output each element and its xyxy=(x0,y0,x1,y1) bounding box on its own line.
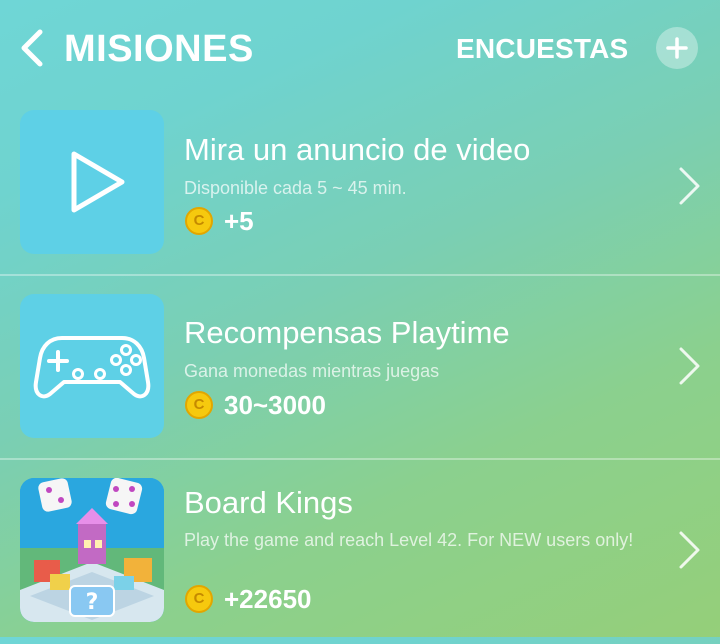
mission-playtime-rewards[interactable]: Recompensas Playtime Gana monedas mientr… xyxy=(0,276,720,460)
header: MISIONES ENCUESTAS xyxy=(0,0,720,96)
mission-title: Mira un anuncio de video xyxy=(184,132,531,167)
plus-icon xyxy=(666,37,688,59)
board-kings-app-icon: ? xyxy=(20,478,164,622)
chevron-right-icon xyxy=(679,531,700,569)
mission-title: Recompensas Playtime xyxy=(184,315,510,350)
mission-title: Board Kings xyxy=(184,485,353,520)
video-tile xyxy=(20,110,164,254)
mission-board-kings[interactable]: ? Board Kings Play the game and reach Le… xyxy=(0,460,720,644)
coin-icon: C xyxy=(185,585,213,613)
chevron-right-icon xyxy=(679,347,700,385)
surveys-link[interactable]: ENCUESTAS xyxy=(456,32,628,66)
mission-reward: +22650 xyxy=(224,584,312,614)
coin-icon: C xyxy=(185,391,213,419)
coin-icon: C xyxy=(185,207,213,235)
mission-description: Play the game and reach Level 42. For NE… xyxy=(184,530,634,550)
play-icon xyxy=(71,151,125,213)
mission-description: Gana monedas mientras juegas xyxy=(184,361,440,381)
mission-description: Disponible cada 5 ~ 45 min. xyxy=(184,178,407,198)
chevron-right-icon xyxy=(679,167,700,205)
board-kings-thumbnail: ? xyxy=(20,478,164,622)
page-title: MISIONES xyxy=(64,28,254,70)
mission-watch-video[interactable]: Mira un anuncio de video Disponible cada… xyxy=(0,96,720,280)
chevron-left-icon xyxy=(21,29,43,67)
gamepad-tile xyxy=(20,294,164,438)
mission-reward: +5 xyxy=(224,206,254,236)
svg-text:?: ? xyxy=(86,590,99,615)
back-button[interactable] xyxy=(14,26,54,70)
add-survey-button[interactable] xyxy=(656,27,698,69)
mission-reward: 30~3000 xyxy=(224,390,326,420)
gamepad-icon xyxy=(33,336,151,399)
